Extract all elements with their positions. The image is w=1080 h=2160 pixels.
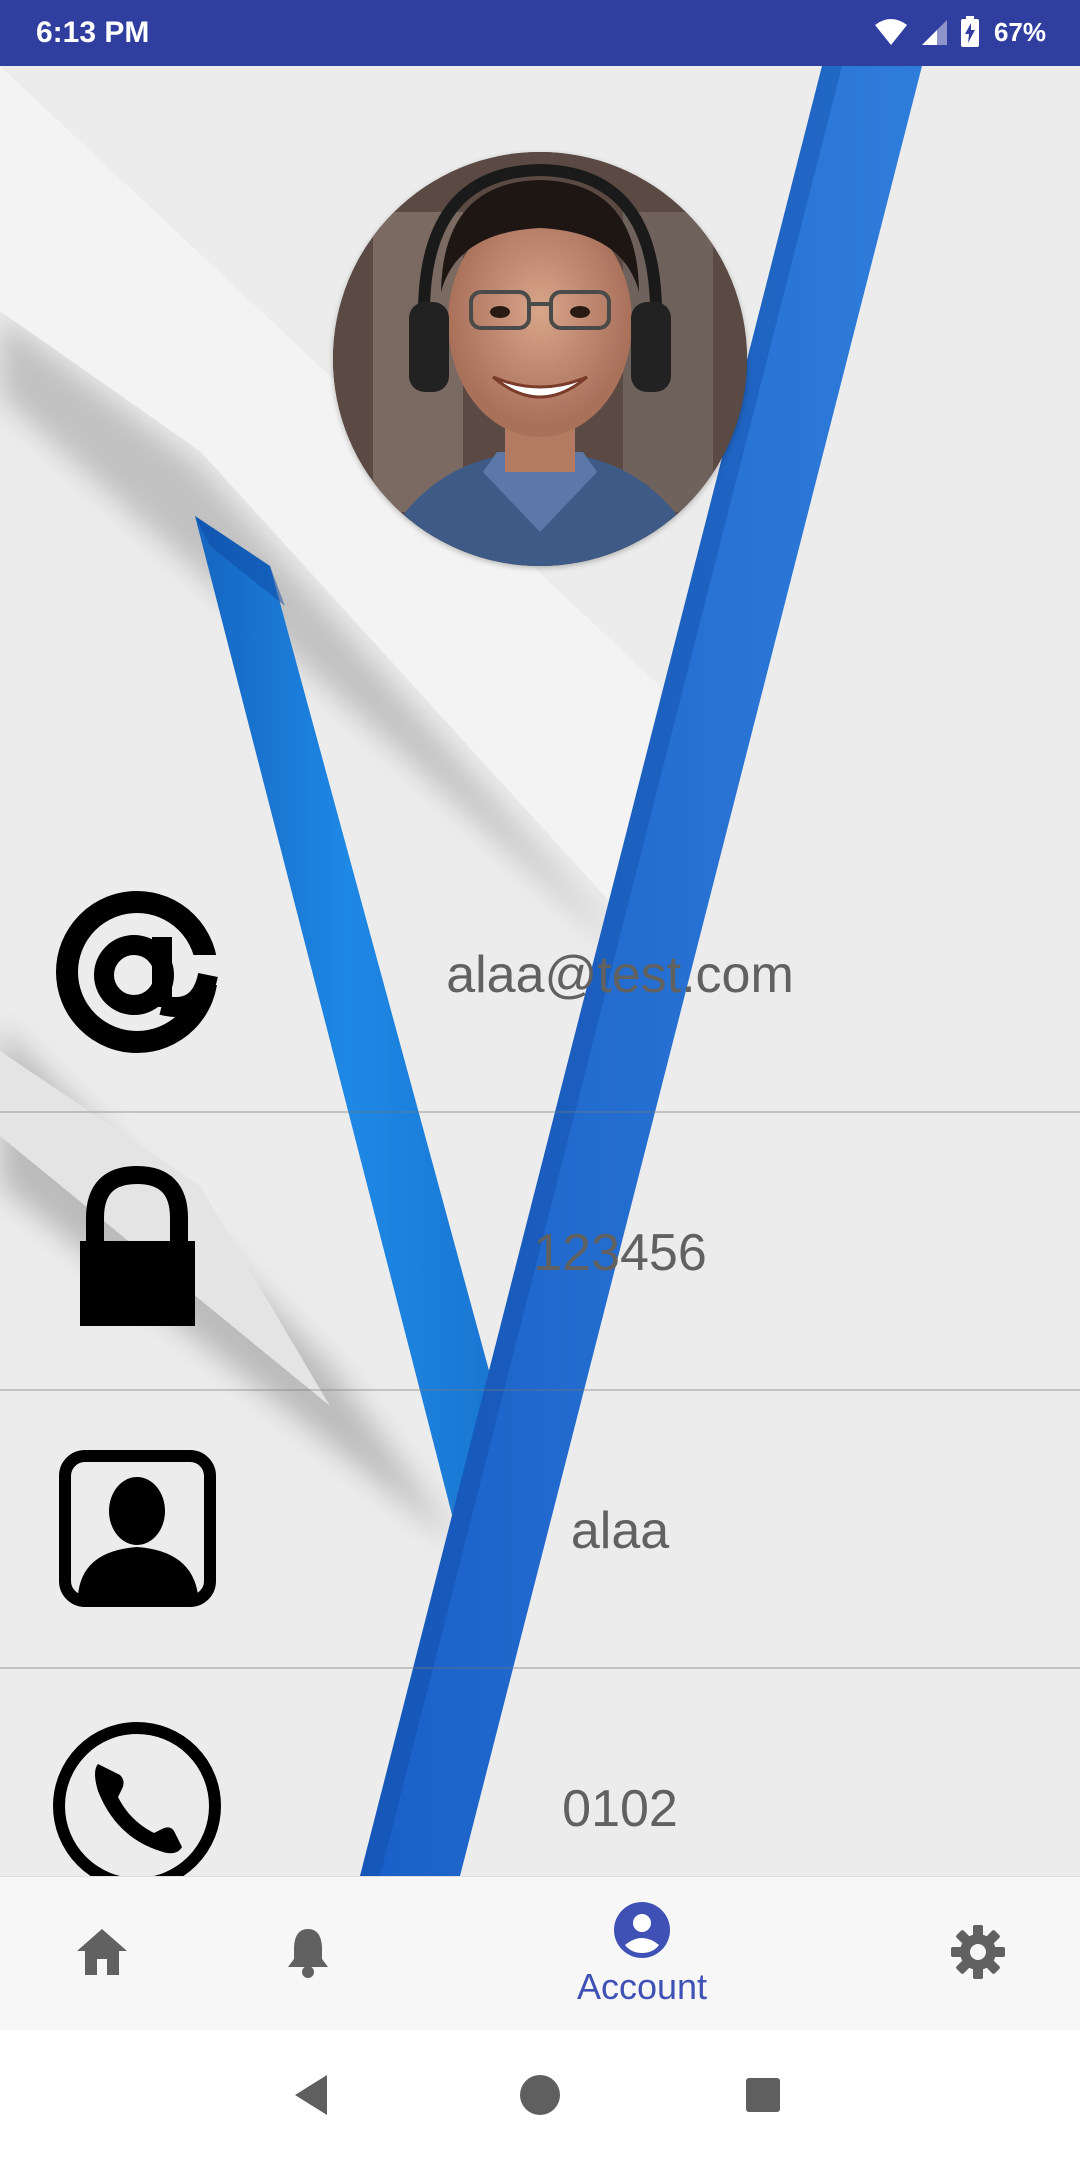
account-screen: 6:13 PM 67% alaa@test.com 123456 alaa 01… bbox=[0, 0, 1080, 2160]
battery-charging-icon bbox=[960, 16, 980, 48]
at-sign-icon bbox=[50, 885, 232, 1060]
system-navigation-bar bbox=[0, 2030, 1080, 2160]
phone-value: 0102 bbox=[562, 1780, 678, 1838]
battery-percentage: 67% bbox=[993, 16, 1046, 47]
bottom-navigation: Account bbox=[0, 1876, 1080, 2031]
contact-card-icon bbox=[50, 1441, 225, 1616]
lock-icon bbox=[50, 1163, 225, 1338]
status-bar: 6:13 PM 67% bbox=[0, 0, 1080, 66]
name-row[interactable]: alaa bbox=[0, 1391, 1080, 1669]
cell-signal-icon bbox=[920, 18, 948, 46]
status-time: 6:13 PM bbox=[36, 16, 150, 49]
wifi-icon bbox=[874, 18, 908, 46]
password-row[interactable]: 123456 bbox=[0, 1113, 1080, 1391]
name-value: alaa bbox=[570, 1502, 670, 1560]
back-icon[interactable] bbox=[276, 2060, 346, 2130]
recents-icon[interactable] bbox=[728, 2060, 798, 2130]
phone-icon bbox=[50, 1719, 225, 1876]
nav-home[interactable] bbox=[62, 1877, 142, 2031]
profile-avatar[interactable] bbox=[333, 152, 747, 566]
home-icon bbox=[75, 1927, 129, 1982]
nav-settings[interactable] bbox=[938, 1877, 1018, 2031]
home-circle-icon[interactable] bbox=[505, 2060, 575, 2130]
status-icons: 67% bbox=[874, 12, 1046, 52]
nav-notifications[interactable] bbox=[268, 1877, 348, 2031]
email-row[interactable]: alaa@test.com bbox=[0, 835, 1080, 1113]
account-icon bbox=[613, 1901, 671, 1964]
bell-icon bbox=[285, 1925, 331, 1984]
nav-account-label: Account bbox=[576, 1965, 708, 2007]
email-value: alaa@test.com bbox=[446, 946, 794, 1004]
phone-row[interactable]: 0102 bbox=[0, 1669, 1080, 1876]
nav-account[interactable]: Account bbox=[542, 1877, 742, 2031]
gear-icon bbox=[949, 1923, 1007, 1986]
password-value: 123456 bbox=[533, 1224, 707, 1282]
